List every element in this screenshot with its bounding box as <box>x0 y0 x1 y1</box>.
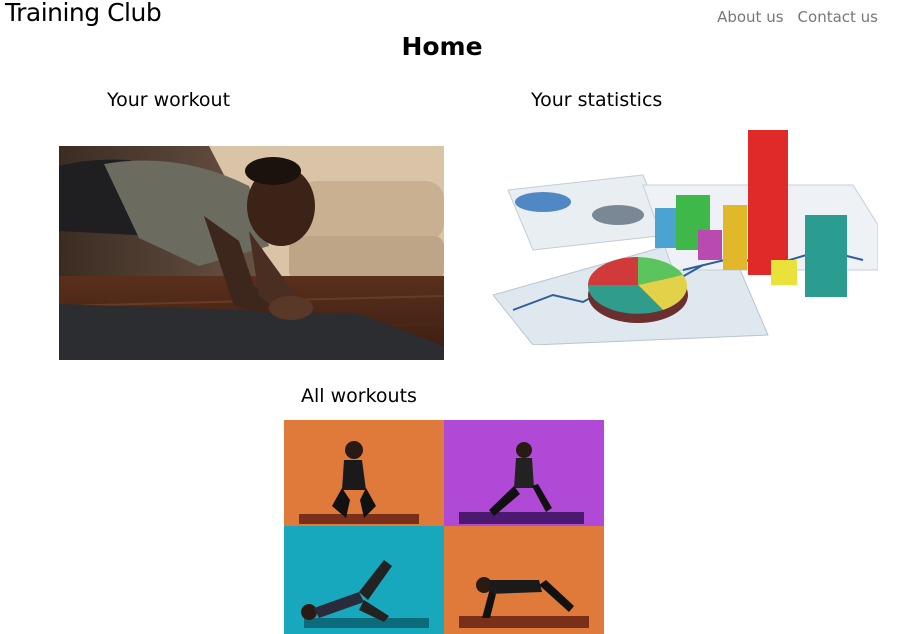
your-statistics-heading: Your statistics <box>531 89 663 111</box>
brand-logo[interactable]: Training Club <box>5 0 162 27</box>
all-workouts-image[interactable] <box>284 420 604 634</box>
your-workout-image[interactable] <box>59 146 444 360</box>
3d-charts-image <box>493 130 878 345</box>
your-workout-heading: Your workout <box>107 89 231 111</box>
nav-about-us[interactable]: About us <box>717 8 783 26</box>
nav-contact-us[interactable]: Contact us <box>798 8 878 26</box>
your-statistics-image[interactable] <box>493 130 878 345</box>
all-workouts-heading: All workouts <box>301 385 417 407</box>
workout-collage-image <box>284 420 604 634</box>
plank-photo <box>59 146 444 360</box>
top-nav: About us Contact us <box>717 8 878 26</box>
page-title: Home <box>401 32 483 61</box>
